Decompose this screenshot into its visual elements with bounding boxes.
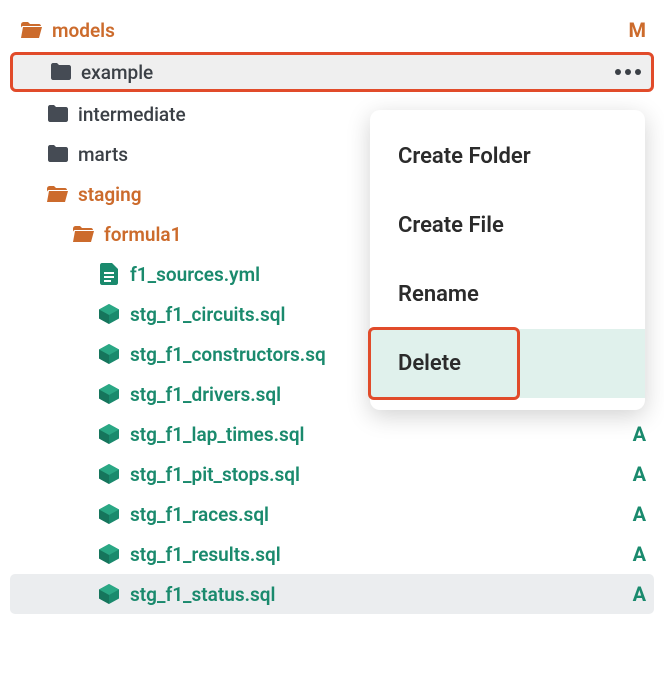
git-status-badge: A <box>633 542 646 566</box>
file-stg-f1-status-sql[interactable]: stg_f1_status.sql A <box>10 574 654 614</box>
file-label: stg_f1_status.sql <box>130 583 625 606</box>
cube-icon <box>98 423 120 445</box>
folder-example[interactable]: example <box>10 52 654 92</box>
menu-item-label: Delete <box>398 351 461 376</box>
folder-closed-icon <box>46 143 68 165</box>
file-label: stg_f1_pit_stops.sql <box>130 463 625 486</box>
folder-closed-icon <box>49 61 71 83</box>
cube-icon <box>98 343 120 365</box>
context-menu: Create Folder Create File Rename Delete <box>370 110 645 410</box>
file-tree: models M example intermediate marts stag… <box>10 10 654 614</box>
folder-open-icon <box>72 223 94 245</box>
git-status-badge: A <box>633 582 646 606</box>
git-status-badge: A <box>633 462 646 486</box>
folder-open-icon <box>46 183 68 205</box>
file-stg-f1-lap-times-sql[interactable]: stg_f1_lap_times.sql A <box>10 414 654 454</box>
file-stg-f1-races-sql[interactable]: stg_f1_races.sql A <box>10 494 654 534</box>
cube-icon <box>98 543 120 565</box>
git-status-badge: A <box>633 422 646 446</box>
kebab-menu-icon[interactable] <box>613 69 643 75</box>
file-label: stg_f1_lap_times.sql <box>130 423 625 446</box>
folder-label: example <box>81 61 613 84</box>
cube-icon <box>98 383 120 405</box>
cube-icon <box>98 583 120 605</box>
folder-closed-icon <box>46 103 68 125</box>
doc-icon <box>98 263 120 285</box>
git-status-badge: A <box>633 502 646 526</box>
folder-models[interactable]: models M <box>10 10 654 50</box>
cube-icon <box>98 463 120 485</box>
git-status-badge: M <box>628 18 646 42</box>
file-stg-f1-results-sql[interactable]: stg_f1_results.sql A <box>10 534 654 574</box>
folder-label: models <box>52 19 620 42</box>
menu-delete[interactable]: Delete <box>370 329 645 398</box>
menu-rename[interactable]: Rename <box>370 260 645 329</box>
cube-icon <box>98 303 120 325</box>
menu-create-file[interactable]: Create File <box>370 191 645 260</box>
folder-open-icon <box>20 19 42 41</box>
file-label: stg_f1_races.sql <box>130 503 625 526</box>
file-label: stg_f1_results.sql <box>130 543 625 566</box>
file-stg-f1-pit-stops-sql[interactable]: stg_f1_pit_stops.sql A <box>10 454 654 494</box>
cube-icon <box>98 503 120 525</box>
menu-create-folder[interactable]: Create Folder <box>370 122 645 191</box>
